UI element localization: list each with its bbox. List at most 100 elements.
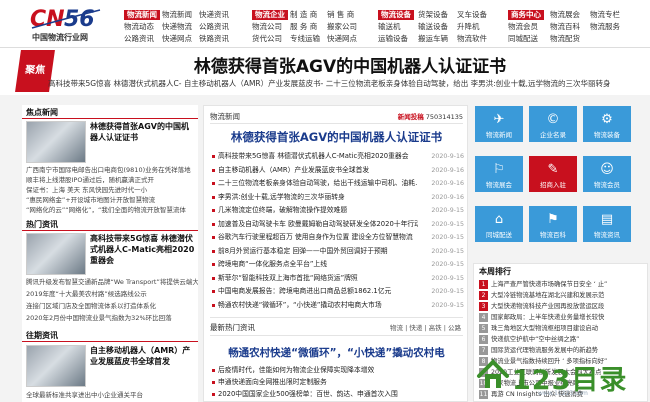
list-item[interactable]: 全球最新标准共享进出中小企业通关平台: [26, 391, 198, 399]
nav-link[interactable]: 快递网点: [162, 34, 192, 44]
nav-link[interactable]: 物流软件: [457, 34, 487, 44]
news-title[interactable]: 几米物流定位终端，破解物流操作提效难题: [218, 205, 418, 216]
news-row[interactable]: 斯菲尔“智能科技双上海市首批“网络货运”牌照 2020-9-15: [212, 273, 464, 284]
tile-join[interactable]: ✎ 招商入驻: [529, 156, 577, 192]
rank-title[interactable]: 国家邮政局：上半年快递业务量增长较快: [491, 312, 645, 323]
news-row[interactable]: 中国电商发展报告：跨境电商进出口商品总额1862.1亿元 2020-9-15: [212, 286, 464, 297]
banner-sub-link[interactable]: 李男洪:创业十载,远学物流的三次华丽转身: [471, 79, 611, 88]
news-title[interactable]: 畅通农村快递“微循环”，“小快递”撬动农村电商大市场: [218, 300, 418, 311]
nav-link[interactable]: 运输设备: [378, 34, 408, 44]
list-item[interactable]: 2019年度“十大最美农村路”候选路线公示: [26, 290, 198, 298]
news-row[interactable]: 李男洪:创业十载,远学物流的三次华丽转身 2020-9-16: [212, 192, 464, 203]
rank-title[interactable]: 大型冷链物流基地在湖北兴建和发展示范: [491, 290, 645, 301]
nav-link[interactable]: 服 务 商: [290, 22, 317, 32]
tab-logistics-news[interactable]: 物流新闻: [210, 111, 240, 122]
latest-row[interactable]: 2020中国国家企业500强榜单：百世、韵达、申通首次入围: [212, 389, 464, 400]
news-title[interactable]: 跨境电商“一体化服务点全平台”上线: [218, 259, 418, 270]
hotline-label[interactable]: 新闻投稿: [398, 113, 424, 121]
news-title[interactable]: 自主移动机器人（AMR）产业发展蓝皮书全球首发: [218, 165, 418, 176]
list-item[interactable]: 连接门区域门店及全国物流体系以打造体系化: [26, 302, 198, 310]
nav-head-companies[interactable]: 物流企业: [252, 10, 288, 20]
banner-headline[interactable]: 林德获得首张AGV的中国机器人认证证书: [60, 52, 640, 77]
list-item[interactable]: 2020年2月份中国物流业景气指数为32%环比回落: [26, 314, 198, 322]
nav-link[interactable]: 同城配送: [508, 34, 538, 44]
rank-title[interactable]: 国际货运代理物流服务发展中的新趋势: [491, 345, 645, 356]
tile-delivery[interactable]: ⌂ 同城配送: [475, 206, 523, 242]
banner-sub-link[interactable]: 二十三位物流老板亲身体验自动驾驶，给出: [326, 79, 469, 88]
tile-expo[interactable]: ⚐ 物流展会: [475, 156, 523, 192]
nav-link[interactable]: 物流展会: [550, 10, 580, 20]
ranking-row[interactable]: 5 珠三角地区大型物流枢纽项目建设启动: [479, 323, 645, 334]
nav-link[interactable]: 快递资讯: [199, 10, 229, 20]
nav-link[interactable]: 物流会员: [508, 22, 538, 32]
list-item[interactable]: “网络化的云”“网络化”，“我们全面的物流开放智慧流体: [26, 206, 198, 214]
list-item[interactable]: “惠民网络金”+开设城市地图计开放智慧物流: [26, 196, 198, 204]
ranking-row[interactable]: 4 国家邮政局：上半年快递业务量增长较快: [479, 312, 645, 323]
tile-company[interactable]: © 企业名录: [529, 106, 577, 142]
news-row[interactable]: 畅通农村快递“微循环”，“小快递”撬动农村电商大市场 2020-9-15: [212, 300, 464, 311]
nav-link[interactable]: 公路资讯: [124, 34, 154, 44]
nav-link[interactable]: 专线运输: [290, 34, 320, 44]
tile-wiki[interactable]: ⚑ 物流百科: [529, 206, 577, 242]
hot-news-caption[interactable]: 高科技带来5G惊喜 林德潜伏式机器人C-Matic亮相2020重器会: [90, 233, 196, 266]
ranking-row[interactable]: 1 上海严查严管快递市场确保节日安全 ‘ 止”: [479, 279, 645, 290]
ranking-row[interactable]: 2 大型冷链物流基地在湖北兴建和发展示范: [479, 290, 645, 301]
news-row[interactable]: 几米物流定位终端，破解物流操作提效难题 2020-9-15: [212, 205, 464, 216]
nav-link[interactable]: 物流公司: [252, 22, 282, 32]
nav-link[interactable]: 物流百科: [550, 22, 580, 32]
nav-link[interactable]: 搬家公司: [327, 22, 357, 32]
site-logo[interactable]: CN 56 中国物流行业网: [30, 6, 110, 42]
list-item[interactable]: 广西南宁市国际电邮告出口电商包(9810)业务在凭祥落地: [26, 166, 198, 174]
nav-link[interactable]: 销 售 商: [327, 10, 354, 20]
news-row[interactable]: 跨境电商“一体化服务点全平台”上线 2020-9-15: [212, 259, 464, 270]
nav-link[interactable]: 输送机: [378, 22, 401, 32]
news-row[interactable]: 加速普及自动驾驶卡车 欧曼戴姆勒自动驾驶研发全体2020十年行动 2020-9-1…: [212, 219, 464, 230]
news-title[interactable]: 加速普及自动驾驶卡车 欧曼戴姆勒自动驾驶研发全体2020十年行动: [218, 219, 418, 230]
rank-title[interactable]: 珠三角地区大型物流枢纽项目建设启动: [491, 323, 645, 334]
nav-link[interactable]: 物流新闻: [162, 10, 192, 20]
latest-title[interactable]: 申通快递面向全网推出限时定制服务: [218, 377, 458, 388]
nav-link[interactable]: 货架设备: [418, 10, 448, 20]
ranking-row[interactable]: 7 国际货运代理物流服务发展中的新趋势: [479, 345, 645, 356]
nav-link[interactable]: 物流服务: [590, 22, 620, 32]
nav-head-news[interactable]: 物流新闻: [124, 10, 160, 20]
hot-news-image[interactable]: [26, 233, 86, 275]
news-row[interactable]: 高科技带来5G惊喜 林德潜伏式机器人C-Matic亮相2020重器会 2020-9…: [212, 151, 464, 162]
focus-news-caption[interactable]: 林德获得首张AGV的中国机器人认证证书: [90, 121, 196, 143]
nav-link[interactable]: 输送设备: [418, 22, 448, 32]
news-row[interactable]: 自主移动机器人（AMR）产业发展蓝皮书全球首发 2020-9-16: [212, 165, 464, 176]
nav-link[interactable]: 叉车设备: [457, 10, 487, 20]
nav-link[interactable]: 快递物流: [162, 22, 192, 32]
nav-link[interactable]: 搬运车辆: [418, 34, 448, 44]
tile-news[interactable]: ✈ 物流新闻: [475, 106, 523, 142]
latest-headline[interactable]: 畅通农村快递“微循环”，“小快递”撬动农村电: [204, 345, 469, 360]
banner-sub-link[interactable]: 高科技带来5G惊喜 林德潜伏式机器人C-: [48, 79, 181, 88]
nav-link[interactable]: 货代公司: [252, 34, 282, 44]
news-title[interactable]: 李男洪:创业十载,远学物流的三次华丽转身: [218, 192, 418, 203]
center-headline[interactable]: 林德获得首张AGV的中国机器人认证证书: [204, 129, 469, 145]
latest-row[interactable]: 申通快递面向全网推出限时定制服务: [212, 377, 464, 388]
latest-news-tabs[interactable]: 物流 | 快递 | 高铁 | 公路: [390, 322, 461, 332]
news-title[interactable]: 二十三位物流老板亲身体验自动驾驶，给出干线运输中司机、油耗…: [218, 178, 418, 189]
rank-title[interactable]: 大型快递物流科技产业园再投放营运区段: [491, 301, 645, 312]
news-row[interactable]: 二十三位物流老板亲身体验自动驾驶，给出干线运输中司机、油耗… 2020-9-16: [212, 178, 464, 189]
past-news-caption[interactable]: 自主移动机器人（AMR）产业发展蓝皮书全球首发: [90, 345, 196, 367]
list-item[interactable]: 顺丰将上线港股IPO通过后，随机赢满正式开: [26, 176, 198, 184]
banner-sub-link[interactable]: 自主移动机器人（AMR）产业发展蓝皮书-: [184, 79, 324, 88]
tile-equipment[interactable]: ⚙ 物流装备: [583, 106, 631, 142]
nav-link[interactable]: 制 造 商: [290, 10, 317, 20]
nav-head-business[interactable]: 商务中心: [508, 10, 544, 20]
news-title[interactable]: 中国电商发展报告：跨境电商进出口商品总额1862.1亿元: [218, 286, 418, 297]
nav-link[interactable]: 铁路资讯: [199, 34, 229, 44]
nav-link[interactable]: 物流配货: [550, 34, 580, 44]
latest-row[interactable]: 后疫情时代，佳能如何为物流企业保障实现降本增效: [212, 365, 464, 376]
list-item[interactable]: 腾讯升级发布智慧交通新品牌“We Transport”将提供云端大: [26, 278, 198, 286]
news-title[interactable]: 高科技带来5G惊喜 林德潜伏式机器人C-Matic亮相2020重器会: [218, 151, 418, 162]
nav-link[interactable]: 快递网点: [327, 34, 357, 44]
nav-head-equipment[interactable]: 物流设备: [378, 10, 414, 20]
news-row[interactable]: 前8月外贸运行基本稳定 回弹——中国外贸回调好于预期 2020-9-15: [212, 246, 464, 257]
news-row[interactable]: 谷歌汽车行驶里程超百万 使用自身作为位置 建设全方位智慧物流 2020-9-15: [212, 232, 464, 243]
tile-info[interactable]: ▤ 物流资讯: [583, 206, 631, 242]
latest-title[interactable]: 后疫情时代，佳能如何为物流企业保障实现降本增效: [218, 365, 458, 376]
rank-title[interactable]: 快递航空护航中“空中丝绸之路”: [491, 334, 645, 345]
